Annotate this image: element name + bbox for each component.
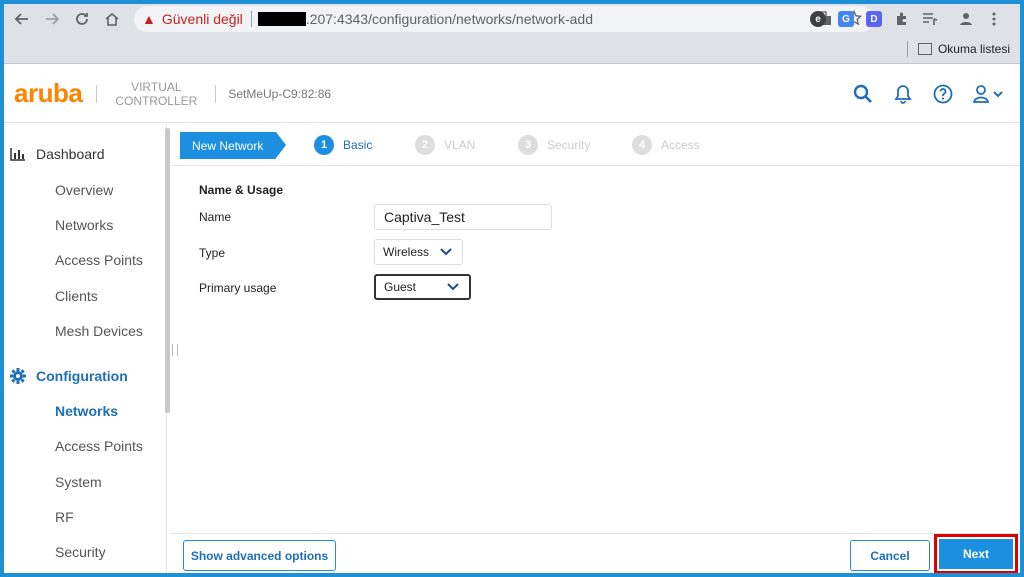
gear-icon <box>10 368 26 384</box>
sidebar-item-networks[interactable]: Networks <box>55 217 113 233</box>
extension-translate-icon[interactable]: G <box>838 11 854 27</box>
wizard-steps: New Network 1 Basic 2 VLAN 3 Security 4 … <box>170 124 1020 166</box>
sidebar-item-access-points[interactable]: Access Points <box>55 252 143 268</box>
device-name: SetMeUp-C9:82:86 <box>228 86 332 101</box>
next-highlight: Next <box>934 534 1018 573</box>
sidebar-item-mesh-devices[interactable]: Mesh Devices <box>55 323 143 339</box>
wizard-step-basic[interactable]: 1 Basic <box>314 135 372 155</box>
forward-icon[interactable] <box>40 7 64 31</box>
step-number: 2 <box>415 135 435 155</box>
step-label: Security <box>547 138 591 152</box>
security-warning[interactable]: Güvenli değil <box>162 11 243 27</box>
sidebar-dashboard-label: Dashboard <box>36 146 105 162</box>
wizard-step-security[interactable]: 3 Security <box>518 135 590 155</box>
sidebar: Dashboard Overview Networks Access Point… <box>4 124 167 573</box>
profile-icon[interactable] <box>958 11 974 27</box>
browser-toolbar: ▲ Güvenli değil .207:4343/configuration/… <box>4 4 1020 34</box>
sidebar-configuration-label: Configuration <box>36 368 128 384</box>
bar-chart-icon <box>10 146 26 162</box>
section-title: Name & Usage <box>199 183 284 197</box>
step-label: VLAN <box>444 138 476 152</box>
puzzle-icon[interactable] <box>894 11 910 27</box>
product-name: VIRTUAL CONTROLLER <box>115 80 197 108</box>
divider <box>250 11 252 27</box>
wizard-new-network-label: New Network <box>192 138 264 153</box>
bookmarks-bar: Okuma listesi <box>4 34 1020 64</box>
sidebar-item-rf[interactable]: RF <box>55 509 74 525</box>
screen: ▲ Güvenli değil .207:4343/configuration/… <box>4 4 1020 573</box>
step-label: Access <box>661 138 700 152</box>
menu-kebab-icon[interactable] <box>986 11 1002 27</box>
step-label: Basic <box>343 138 373 152</box>
type-label: Type <box>199 246 226 260</box>
type-select-value: Wireless <box>383 245 430 259</box>
divider <box>906 41 908 57</box>
warning-icon: ▲ <box>142 11 156 27</box>
sidebar-item-clients[interactable]: Clients <box>55 288 98 304</box>
step-number: 1 <box>314 135 334 155</box>
name-input[interactable] <box>374 204 552 230</box>
redacted-host <box>257 12 306 26</box>
reading-list-button[interactable]: Okuma listesi <box>906 41 1010 57</box>
help-icon[interactable] <box>932 83 954 105</box>
reading-list-label: Okuma listesi <box>937 42 1010 56</box>
type-select[interactable]: Wireless <box>374 239 463 265</box>
wizard-new-network: New Network <box>180 132 286 159</box>
reload-icon[interactable] <box>70 7 94 31</box>
wizard-step-access[interactable]: 4 Access <box>632 135 700 155</box>
extension-d-icon[interactable]: D <box>866 11 882 27</box>
sidebar-item-security[interactable]: Security <box>55 544 106 560</box>
divider <box>96 84 98 103</box>
step-number: 4 <box>632 135 652 155</box>
sidebar-item-config-networks[interactable]: Networks <box>55 403 118 419</box>
extension-e-icon[interactable]: e <box>810 11 826 27</box>
search-icon[interactable] <box>852 83 874 105</box>
show-advanced-button[interactable]: Show advanced options <box>183 540 336 571</box>
wizard-step-vlan[interactable]: 2 VLAN <box>415 135 475 155</box>
product-line-1: VIRTUAL <box>131 79 182 94</box>
app-header: aruba VIRTUAL CONTROLLER SetMeUp-C9:82:8… <box>4 65 1020 123</box>
sidebar-item-config-access-points[interactable]: Access Points <box>55 438 143 454</box>
url-text: .207:4343/configuration/networks/network… <box>305 11 593 27</box>
address-bar[interactable]: ▲ Güvenli değil .207:4343/configuration/… <box>134 6 874 32</box>
step-number: 3 <box>518 135 538 155</box>
next-button[interactable]: Next <box>939 539 1013 569</box>
reading-list-icon <box>917 43 932 55</box>
home-icon[interactable] <box>100 7 124 31</box>
footer-bar: Show advanced options Cancel Next <box>170 533 1020 573</box>
user-menu-icon[interactable] <box>972 83 1006 105</box>
name-label: Name <box>199 210 232 224</box>
usage-select[interactable]: Guest <box>374 274 471 300</box>
chevron-down-icon <box>447 283 459 291</box>
usage-label: Primary usage <box>199 281 277 295</box>
cancel-button[interactable]: Cancel <box>850 540 930 571</box>
sidebar-configuration[interactable]: Configuration <box>10 368 128 384</box>
sidebar-dashboard[interactable]: Dashboard <box>10 146 105 162</box>
divider <box>215 84 217 103</box>
back-icon[interactable] <box>10 7 34 31</box>
product-line-2: CONTROLLER <box>115 93 198 108</box>
usage-select-value: Guest <box>384 280 417 294</box>
bell-icon[interactable] <box>892 83 914 105</box>
sidebar-item-overview[interactable]: Overview <box>55 182 113 198</box>
aruba-logo[interactable]: aruba <box>14 78 83 109</box>
chevron-down-icon <box>440 248 452 256</box>
network-form: Name & Usage Name Type Wireless Primary … <box>170 167 1020 533</box>
media-queue-icon[interactable] <box>922 11 938 27</box>
sidebar-item-system[interactable]: System <box>55 474 102 490</box>
